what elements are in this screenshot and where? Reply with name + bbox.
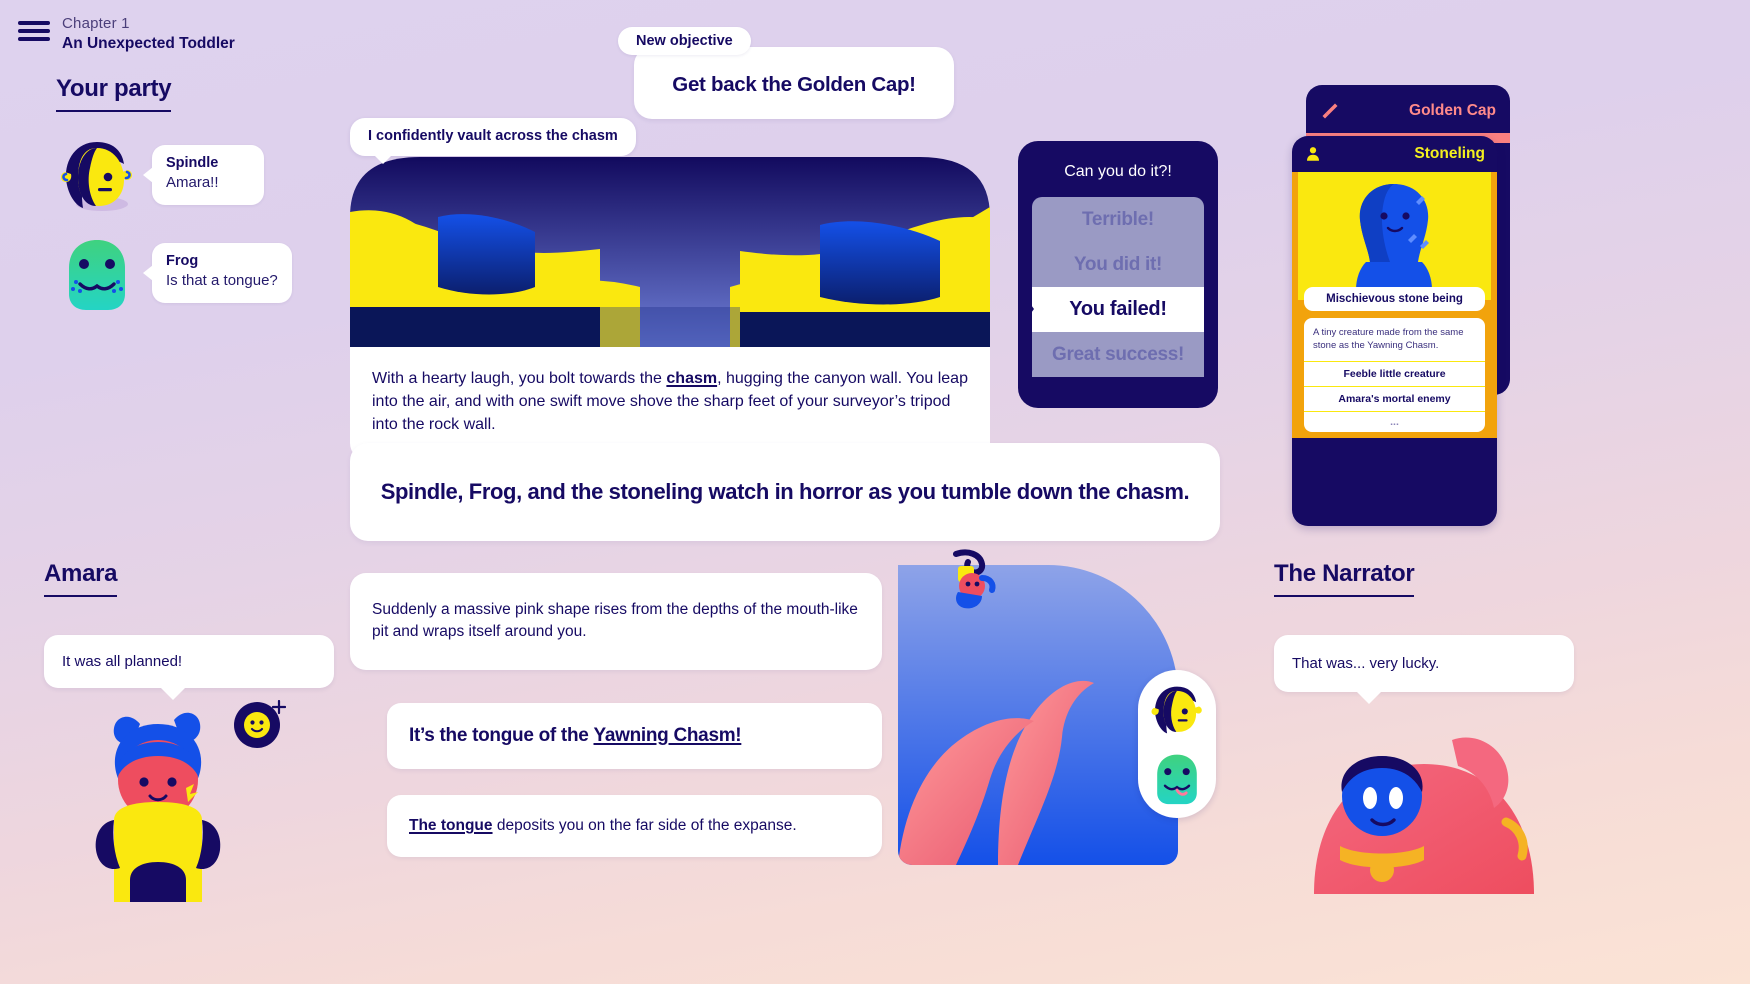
- spindle-mini-avatar: [1151, 686, 1202, 734]
- plus-icon[interactable]: [271, 699, 287, 715]
- item-card-stack: Golden Cap Stoneling Mischievous stone b…: [1290, 80, 1510, 526]
- narrator-panel: The Narrator That was... very lucky.: [1274, 560, 1574, 894]
- party-member-name: Spindle: [166, 155, 219, 172]
- chasm-link[interactable]: chasm: [666, 370, 717, 387]
- chapter-title: An Unexpected Toddler: [62, 35, 235, 53]
- amara-panel: Amara It was all planned!: [44, 560, 334, 902]
- narrative-before: With a hearty laugh, you bolt towards th…: [372, 370, 667, 387]
- frog-avatar: [56, 232, 138, 314]
- party-member-line: Is that a tongue?: [166, 272, 278, 290]
- stoneling-card[interactable]: Stoneling Mischievous stone being A tiny…: [1292, 136, 1497, 526]
- dice-option-you-failed[interactable]: You failed!: [1032, 287, 1204, 332]
- tongue-deposit-after: deposits you on the far side of the expa…: [492, 817, 797, 834]
- sword-icon: [1322, 103, 1338, 119]
- dice-outcome-panel: Can you do it?! Terrible! You did it! Yo…: [1018, 141, 1218, 408]
- amara-heading: Amara: [44, 560, 118, 597]
- falling-character: [938, 548, 1008, 618]
- stoneling-card-title: Stoneling: [1414, 145, 1485, 162]
- stoneling-card-body: Mischievous stone being A tiny creature …: [1292, 172, 1497, 438]
- chapter-number: Chapter 1: [62, 15, 130, 32]
- party-member-bubble: Frog Is that a tongue?: [143, 243, 292, 303]
- narrator-character-art: [1274, 704, 1574, 894]
- party-member-frog[interactable]: Frog Is that a tongue?: [56, 232, 306, 314]
- horror-banner: Spindle, Frog, and the stoneling watch i…: [350, 443, 1220, 541]
- selection-arrow-icon: [1018, 287, 1034, 331]
- chapter-info: Chapter 1 An Unexpected Toddler: [62, 14, 235, 55]
- party-member-line: Amara!!: [166, 174, 219, 192]
- amara-speech-bubble: It was all planned!: [44, 635, 334, 700]
- horror-banner-text: Spindle, Frog, and the stoneling watch i…: [380, 479, 1190, 504]
- app-header: Chapter 1 An Unexpected Toddler: [0, 0, 235, 55]
- dice-option-great-success[interactable]: Great success!: [1032, 332, 1204, 377]
- dice-option-terrible[interactable]: Terrible!: [1032, 197, 1204, 242]
- party-panel: Your party Spindle Amara!! Frog Is that …: [56, 75, 306, 330]
- tongue-reveal-before: It’s the tongue of the: [409, 725, 594, 746]
- narrator-heading: The Narrator: [1274, 560, 1415, 597]
- amara-character-art: [44, 699, 334, 902]
- party-member-name: Frog: [166, 253, 199, 270]
- dice-option-you-did-it[interactable]: You did it!: [1032, 242, 1204, 287]
- person-icon: [1307, 147, 1319, 161]
- stoneling-name-pill: Mischievous stone being: [1304, 287, 1485, 311]
- party-member-spindle[interactable]: Spindle Amara!!: [56, 134, 306, 216]
- yawning-chasm-link[interactable]: Yawning Chasm!: [594, 725, 742, 746]
- player-action-bubble: I confidently vault across the chasm: [350, 118, 636, 164]
- hamburger-menu-icon[interactable]: [18, 18, 50, 44]
- dice-options-list: Terrible! You did it! You failed! Great …: [1018, 197, 1204, 377]
- stoneling-illustration: [1298, 172, 1491, 300]
- stoneling-trait-more[interactable]: ...: [1304, 410, 1485, 432]
- spindle-avatar: [56, 134, 138, 216]
- objective-card: Get back the Golden Cap!: [634, 47, 954, 119]
- stoneling-traits: A tiny creature made from the same stone…: [1304, 318, 1485, 432]
- stoneling-trait: Amara's mortal enemy: [1304, 385, 1485, 411]
- stoneling-trait: Feeble little creature: [1304, 360, 1485, 386]
- the-tongue-link[interactable]: The tongue: [409, 817, 493, 834]
- new-objective-tag: New objective: [618, 27, 751, 55]
- chasm-illustration: [350, 157, 990, 347]
- tongue-narrative-card: Suddenly a massive pink shape rises from…: [350, 573, 882, 670]
- mini-party-watchers: [1138, 670, 1216, 818]
- golden-cap-card-header: Golden Cap: [1306, 85, 1510, 127]
- stoneling-description: A tiny creature made from the same stone…: [1313, 327, 1464, 352]
- objective-title: Get back the Golden Cap!: [672, 73, 916, 96]
- tongue-deposit-card: The tongue deposits you on the far side …: [387, 795, 882, 857]
- scene-panel: I confidently vault across the chasm Wit…: [350, 118, 990, 461]
- dice-question: Can you do it?!: [1064, 163, 1172, 180]
- party-member-bubble: Spindle Amara!!: [143, 145, 264, 205]
- narrator-speech-bubble: That was... very lucky.: [1274, 635, 1574, 704]
- objective-panel: New objective Get back the Golden Cap!: [618, 27, 954, 119]
- tongue-reveal-card: It’s the tongue of the Yawning Chasm!: [387, 703, 882, 769]
- party-list: Spindle Amara!! Frog Is that a tongue?: [56, 134, 306, 314]
- stoneling-card-header: Stoneling: [1292, 136, 1497, 172]
- frog-mini-avatar: [1157, 754, 1197, 805]
- party-heading: Your party: [56, 75, 172, 112]
- golden-cap-card-title: Golden Cap: [1409, 102, 1496, 119]
